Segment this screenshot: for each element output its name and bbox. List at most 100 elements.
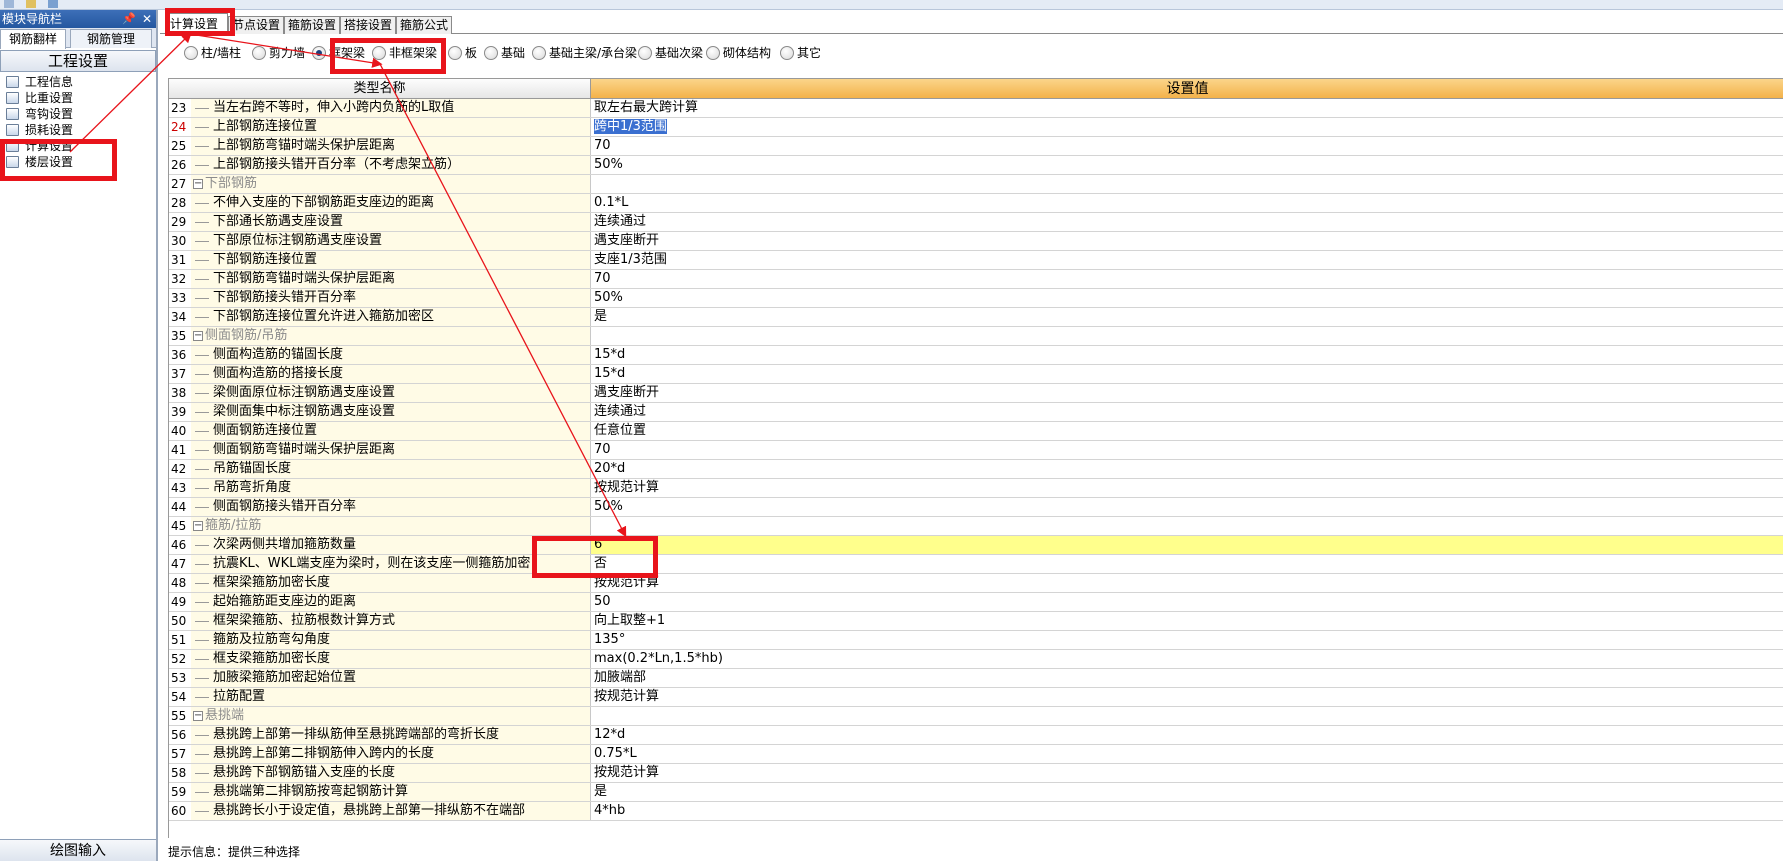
table-row[interactable]: 47 抗震KL、WKL端支座为梁时，则在该支座一侧箍筋加密 否 (169, 555, 1783, 574)
col-header-type-name[interactable]: 类型名称 (169, 79, 591, 99)
row-setting-value[interactable]: 6 (591, 536, 1783, 554)
toolbar-icon[interactable] (4, 0, 14, 8)
grid-group-row[interactable]: 35− 侧面钢筋/吊筋 (169, 327, 1783, 346)
nav-item-floor-settings[interactable]: 楼层设置 (0, 154, 156, 170)
radio-dot[interactable] (532, 46, 546, 60)
table-row[interactable]: 39 梁侧面集中标注钢筋遇支座设置 连续通过 (169, 403, 1783, 422)
collapse-icon[interactable]: − (193, 331, 203, 341)
table-row[interactable]: 33 下部钢筋接头错开百分率 50% (169, 289, 1783, 308)
radio-frame-beam[interactable]: 框架梁 (312, 44, 365, 62)
row-setting-value[interactable]: 遇支座断开 (591, 384, 1783, 402)
tab-lap-settings[interactable]: 搭接设置 (340, 16, 396, 34)
radio-slab[interactable]: 板 (448, 44, 477, 62)
table-row[interactable]: 26 上部钢筋接头错开百分率（不考虑架立筋） 50% (169, 156, 1783, 175)
table-row[interactable]: 40 侧面钢筋连接位置 任意位置 (169, 422, 1783, 441)
table-row[interactable]: 53 加腋梁箍筋加密起始位置 加腋端部 (169, 669, 1783, 688)
collapse-icon[interactable]: − (193, 711, 203, 721)
table-row[interactable]: 51 箍筋及拉筋弯勾角度 135° (169, 631, 1783, 650)
row-setting-value[interactable]: 20*d (591, 460, 1783, 478)
table-row[interactable]: 54 拉筋配置 按规范计算 (169, 688, 1783, 707)
radio-dot[interactable] (312, 46, 326, 60)
row-setting-value[interactable]: 50% (591, 289, 1783, 307)
radio-dot[interactable] (638, 46, 652, 60)
radio-dot[interactable] (372, 46, 386, 60)
radio-non-frame-beam[interactable]: 非框架梁 (372, 44, 437, 62)
table-row[interactable]: 52 框支梁箍筋加密长度 max(0.2*Ln,1.5*hb) (169, 650, 1783, 669)
nav-item-weight-settings[interactable]: 比重设置 (0, 90, 156, 106)
radio-dot[interactable] (448, 46, 462, 60)
nav-item-calc-settings[interactable]: 计算设置 (0, 138, 156, 154)
row-setting-value[interactable]: 按规范计算 (591, 764, 1783, 782)
table-row[interactable]: 25 上部钢筋弯锚时端头保护层距离 70 (169, 137, 1783, 156)
table-row[interactable]: 38 梁侧面原位标注钢筋遇支座设置 遇支座断开 (169, 384, 1783, 403)
row-setting-value[interactable]: 50% (591, 156, 1783, 174)
row-setting-value[interactable] (591, 517, 1783, 535)
radio-shear-wall[interactable]: 剪力墙 (252, 44, 305, 62)
tab-stirrup-formula[interactable]: 箍筋公式 (396, 16, 452, 34)
row-setting-value[interactable]: 按规范计算 (591, 688, 1783, 706)
table-row[interactable]: 42 吊筋锚固长度 20*d (169, 460, 1783, 479)
radio-dot[interactable] (706, 46, 720, 60)
row-setting-value[interactable] (591, 327, 1783, 345)
grid-group-row[interactable]: 45− 箍筋/拉筋 (169, 517, 1783, 536)
table-row[interactable]: 28 不伸入支座的下部钢筋距支座边的距离 0.1*L (169, 194, 1783, 213)
tab-node-settings[interactable]: 节点设置 (228, 16, 284, 34)
nav-item-hook-settings[interactable]: 弯钩设置 (0, 106, 156, 122)
toolbar-icon[interactable] (48, 0, 58, 8)
radio-foundation[interactable]: 基础 (484, 44, 525, 62)
row-setting-value[interactable]: 4*hb (591, 802, 1783, 820)
table-row[interactable]: 31 下部钢筋连接位置 支座1/3范围 (169, 251, 1783, 270)
row-setting-value[interactable]: 15*d (591, 365, 1783, 383)
table-row[interactable]: 36 侧面构造筋的锚固长度 15*d (169, 346, 1783, 365)
col-header-setting-value[interactable]: 设置值 (591, 79, 1783, 99)
table-row[interactable]: 60 悬挑跨长小于设定值，悬挑跨上部第一排纵筋不在端部 4*hb (169, 802, 1783, 821)
table-row[interactable]: 49 起始箍筋距支座边的距离 50 (169, 593, 1783, 612)
tab-calc-settings[interactable]: 计算设置 (166, 13, 228, 35)
radio-masonry[interactable]: 砌体结构 (706, 44, 771, 62)
row-setting-value[interactable]: 0.75*L (591, 745, 1783, 763)
close-icon[interactable]: ✕ (142, 10, 152, 28)
row-setting-value[interactable]: 70 (591, 137, 1783, 155)
table-row[interactable]: 57 悬挑跨上部第二排钢筋伸入跨内的长度 0.75*L (169, 745, 1783, 764)
row-setting-value[interactable]: 遇支座断开 (591, 232, 1783, 250)
row-setting-value[interactable]: 按规范计算 (591, 574, 1783, 592)
nav-tab-rebar-management[interactable]: 钢筋管理 (70, 29, 152, 48)
tab-stirrup-settings[interactable]: 箍筋设置 (284, 16, 340, 34)
table-row[interactable]: 37 侧面构造筋的搭接长度 15*d (169, 365, 1783, 384)
table-row[interactable]: 58 悬挑跨下部钢筋锚入支座的长度 按规范计算 (169, 764, 1783, 783)
row-setting-value[interactable]: max(0.2*Ln,1.5*hb) (591, 650, 1783, 668)
row-setting-value[interactable]: 连续通过 (591, 403, 1783, 421)
table-row[interactable]: 41 侧面钢筋弯锚时端头保护层距离 70 (169, 441, 1783, 460)
table-row[interactable]: 59 悬挑端第二排钢筋按弯起钢筋计算 是 (169, 783, 1783, 802)
row-setting-value[interactable]: 取左右最大跨计算 (591, 99, 1783, 117)
nav-tab-rebar-layout[interactable]: 钢筋翻样 (0, 29, 66, 49)
collapse-icon[interactable]: − (193, 179, 203, 189)
table-row[interactable]: 34 下部钢筋连接位置允许进入箍筋加密区 是 (169, 308, 1783, 327)
row-setting-value[interactable]: 按规范计算 (591, 479, 1783, 497)
row-setting-value[interactable]: 支座1/3范围 (591, 251, 1783, 269)
radio-dot[interactable] (184, 46, 198, 60)
radio-column-wall-column[interactable]: 柱/墙柱 (184, 44, 241, 62)
row-setting-value[interactable]: 70 (591, 441, 1783, 459)
table-row[interactable]: 23 当左右跨不等时，伸入小跨内负筋的L取值 取左右最大跨计算 (169, 99, 1783, 118)
row-setting-value[interactable]: 15*d (591, 346, 1783, 364)
grid-group-row[interactable]: 27− 下部钢筋 (169, 175, 1783, 194)
row-setting-value[interactable] (591, 175, 1783, 193)
radio-foundation-secondary-beam[interactable]: 基础次梁 (638, 44, 703, 62)
radio-other[interactable]: 其它 (780, 44, 821, 62)
row-setting-value[interactable]: 跨中1/3范围 (591, 118, 1783, 136)
row-setting-value[interactable]: 是 (591, 783, 1783, 801)
radio-dot[interactable] (252, 46, 266, 60)
table-row[interactable]: 32 下部钢筋弯锚时端头保护层距离 70 (169, 270, 1783, 289)
row-setting-value[interactable]: 是 (591, 308, 1783, 326)
table-row[interactable]: 29 下部通长筋遇支座设置 连续通过 (169, 213, 1783, 232)
radio-foundation-main-beam[interactable]: 基础主梁/承台梁 (532, 44, 637, 62)
row-setting-value[interactable]: 50 (591, 593, 1783, 611)
radio-dot[interactable] (780, 46, 794, 60)
row-setting-value[interactable]: 加腋端部 (591, 669, 1783, 687)
nav-item-project-info[interactable]: 工程信息 (0, 74, 156, 90)
table-row[interactable]: 24 上部钢筋连接位置 跨中1/3范围 (169, 118, 1783, 137)
project-settings-group-button[interactable]: 工程设置 (0, 50, 156, 72)
row-setting-value[interactable]: 否 (591, 555, 1783, 573)
table-row[interactable]: 44 侧面钢筋接头错开百分率 50% (169, 498, 1783, 517)
